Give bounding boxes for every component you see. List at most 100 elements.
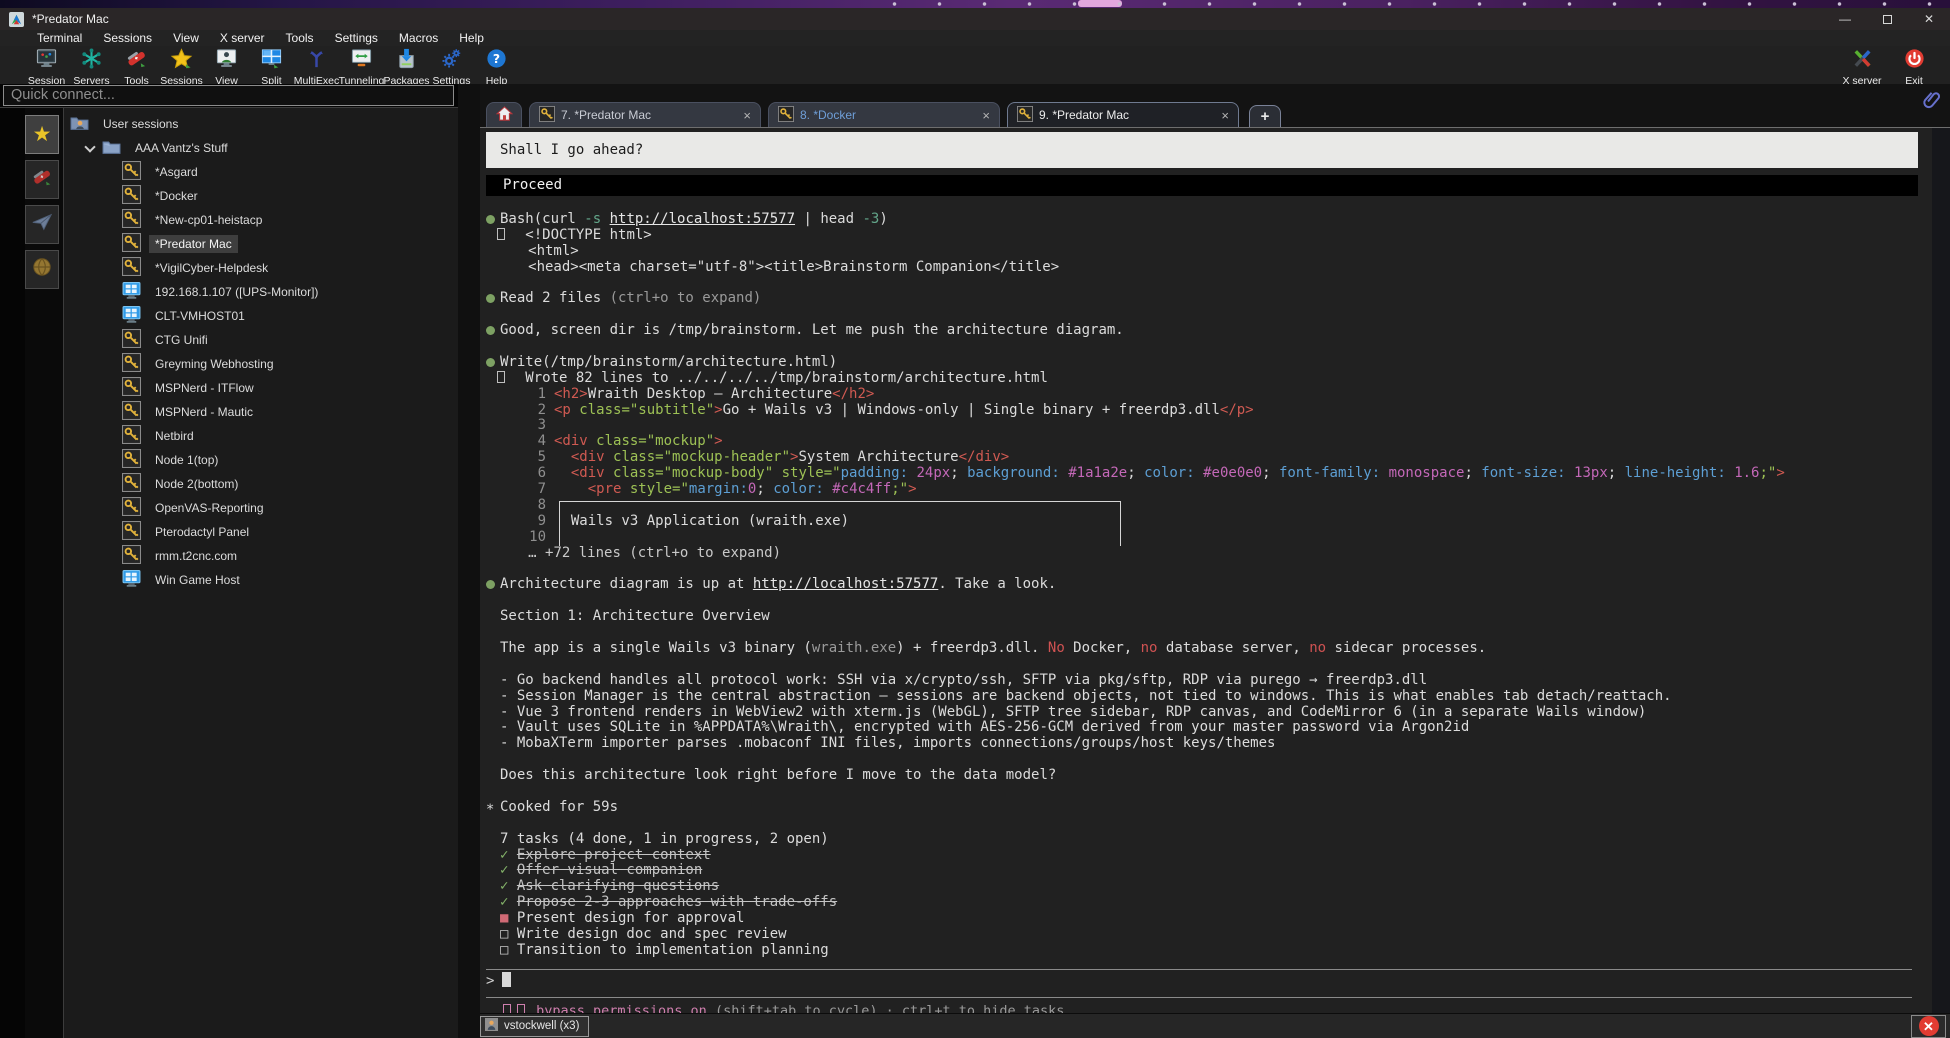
claude-status-line: bypass permissions on (shift+tab to cycl… bbox=[486, 1003, 1932, 1013]
toolbar-button-multiexec[interactable]: MultiExec bbox=[294, 46, 339, 87]
terminal-blank-line bbox=[486, 275, 1932, 291]
menu-item-settings[interactable]: Settings bbox=[335, 31, 378, 45]
tab-close-icon[interactable]: × bbox=[1221, 108, 1229, 123]
mode-glyph-box bbox=[517, 1004, 525, 1013]
tree-item-user-sessions[interactable]: User sessions bbox=[64, 112, 458, 136]
folder-icon bbox=[102, 139, 121, 158]
tree-item-openvas-reporting[interactable]: OpenVAS-Reporting bbox=[64, 496, 458, 520]
tool-bullet-icon bbox=[486, 580, 495, 589]
menu-item-terminal[interactable]: Terminal bbox=[37, 31, 82, 45]
tree-item-pterodactyl-panel[interactable]: Pterodactyl Panel bbox=[64, 520, 458, 544]
tree-item-192-168-1-107-ups-monitor-[interactable]: 192.168.1.107 ([UPS-Monitor]) bbox=[64, 280, 458, 304]
rail-button-favorites[interactable]: ★ bbox=[25, 115, 59, 154]
chevron-down-icon[interactable] bbox=[84, 141, 95, 152]
tree-item-label: Greyming Webhosting bbox=[149, 355, 280, 373]
toolbar-button-view[interactable]: View bbox=[204, 46, 249, 87]
tree-item--vigilcyber-helpdesk[interactable]: *VigilCyber-Helpdesk bbox=[64, 256, 458, 280]
rail-button-web[interactable] bbox=[25, 250, 59, 289]
tree-item-mspnerd-mautic[interactable]: MSPNerd - Mautic bbox=[64, 400, 458, 424]
key-icon bbox=[778, 106, 794, 125]
swiss-knife-icon bbox=[125, 47, 148, 75]
tree-item--new-cp01-heistacp[interactable]: *New-cp01-heistacp bbox=[64, 208, 458, 232]
menu-item-x-server[interactable]: X server bbox=[220, 31, 265, 45]
key-icon bbox=[122, 521, 141, 543]
tree-item-aaa-vantz-s-stuff[interactable]: AAA Vantz's Stuff bbox=[64, 136, 458, 160]
toolbar-button-help[interactable]: ?Help bbox=[474, 46, 519, 87]
menu-item-macros[interactable]: Macros bbox=[399, 31, 438, 45]
tab-8-docker[interactable]: 8. *Docker × bbox=[768, 102, 1000, 127]
tree-item--docker[interactable]: *Docker bbox=[64, 184, 458, 208]
tree-item-node-2-bottom-[interactable]: Node 2(bottom) bbox=[64, 472, 458, 496]
menu-item-help[interactable]: Help bbox=[459, 31, 484, 45]
tree-item--asgard[interactable]: *Asgard bbox=[64, 160, 458, 184]
tab-label: 8. *Docker bbox=[800, 108, 856, 122]
close-terminal-button[interactable]: ✕ bbox=[1911, 1015, 1946, 1038]
toolbar-button-tunneling[interactable]: Tunneling bbox=[339, 46, 384, 87]
terminal-link[interactable]: http://localhost:57577 bbox=[753, 576, 938, 592]
tree-item-greyming-webhosting[interactable]: Greyming Webhosting bbox=[64, 352, 458, 376]
toolbar-button-tools[interactable]: Tools bbox=[114, 46, 159, 87]
attachments-paperclip-icon[interactable] bbox=[1922, 89, 1942, 109]
toolbar-button-packages[interactable]: Packages bbox=[384, 46, 429, 87]
menu-item-tools[interactable]: Tools bbox=[286, 31, 314, 45]
window-title: *Predator Mac bbox=[32, 12, 109, 26]
tree-item-label: *New-cp01-heistacp bbox=[149, 211, 268, 229]
tree-item-node-1-top-[interactable]: Node 1(top) bbox=[64, 448, 458, 472]
terminal-scrollbar[interactable] bbox=[1932, 128, 1950, 1013]
tab-home[interactable] bbox=[486, 102, 522, 127]
toolbar-button-settings[interactable]: Settings bbox=[429, 46, 474, 87]
menu-item-sessions[interactable]: Sessions bbox=[103, 31, 152, 45]
user-session-button[interactable]: vstockwell (x3) bbox=[480, 1016, 589, 1037]
toolbar: SessionServersToolsSessionsViewSplitMult… bbox=[0, 46, 1950, 84]
tree-item-ctg-unifi[interactable]: CTG Unifi bbox=[64, 328, 458, 352]
ascii-diagram-block: 89 Wails v3 Application (wraith.exe)10 bbox=[486, 498, 1932, 546]
ascii-box-label: Wails v3 Application (wraith.exe) bbox=[554, 513, 849, 529]
new-tab-button[interactable]: + bbox=[1249, 105, 1281, 127]
paper-plane-icon bbox=[31, 211, 53, 238]
star-icon bbox=[170, 47, 193, 75]
terminal-link[interactable]: http://localhost:57577 bbox=[610, 211, 795, 227]
tab-7-predator-mac[interactable]: 7. *Predator Mac× bbox=[529, 102, 761, 127]
terminal-line: Read 2 files (ctrl+o to expand) bbox=[486, 291, 1932, 307]
tree-item-clt-vmhost01[interactable]: CLT-VMHOST01 bbox=[64, 304, 458, 328]
toolbar-button-servers[interactable]: Servers bbox=[69, 46, 114, 87]
rail-button-tools[interactable] bbox=[25, 160, 59, 199]
terminal-input-row[interactable]: > bbox=[486, 970, 1932, 992]
terminal-line: - Session Manager is the central abstrac… bbox=[486, 689, 1932, 705]
tree-item-label: 192.168.1.107 ([UPS-Monitor]) bbox=[149, 283, 324, 301]
minimize-button[interactable]: — bbox=[1824, 8, 1866, 30]
app-logo-icon bbox=[9, 12, 24, 27]
toolbar-button-exit[interactable]: Exit bbox=[1888, 46, 1940, 87]
terminal-line: <html> bbox=[486, 244, 1932, 260]
tab-close-icon[interactable]: × bbox=[743, 108, 751, 123]
proceed-option-bar[interactable]: Proceed bbox=[486, 175, 1918, 196]
tree-item-mspnerd-itflow[interactable]: MSPNerd - ITFlow bbox=[64, 376, 458, 400]
tab-close-icon[interactable]: × bbox=[982, 108, 990, 123]
code-line-number: 6 bbox=[486, 466, 554, 482]
quick-connect-input[interactable]: Quick connect... bbox=[3, 85, 454, 106]
tree-item-win-game-host[interactable]: Win Game Host bbox=[64, 568, 458, 592]
tree-item-netbird[interactable]: Netbird bbox=[64, 424, 458, 448]
toolbar-button-session[interactable]: Session bbox=[24, 46, 69, 87]
terminal-line: 7 <pre style="margin:0; color: #c4c4ff;"… bbox=[486, 482, 1932, 498]
toolbar-button-x server[interactable]: X server bbox=[1836, 46, 1888, 87]
win-icon bbox=[122, 281, 141, 303]
terminal-line: 5 <div class="mockup-header">System Arch… bbox=[486, 450, 1932, 466]
close-button[interactable]: ✕ bbox=[1908, 8, 1950, 30]
tab-9-predator-mac[interactable]: 9. *Predator Mac× bbox=[1007, 102, 1239, 127]
globe-icon bbox=[31, 256, 53, 283]
terminal-output: Shall I go ahead?ProceedBash(curl -s htt… bbox=[480, 128, 1932, 1013]
terminal-line: □ Transition to implementation planning bbox=[486, 943, 1932, 959]
terminal-line: Architecture diagram is up at http://loc… bbox=[486, 577, 1932, 593]
toolbar-button-split[interactable]: Split bbox=[249, 46, 294, 87]
maximize-button[interactable] bbox=[1866, 8, 1908, 30]
network-star-icon bbox=[80, 47, 103, 75]
menu-item-view[interactable]: View bbox=[173, 31, 199, 45]
tree-item-rmm-t2cnc-com[interactable]: rmm.t2cnc.com bbox=[64, 544, 458, 568]
tree-item-label: MSPNerd - ITFlow bbox=[149, 379, 260, 397]
tree-item--predator-mac[interactable]: *Predator Mac bbox=[64, 232, 458, 256]
rail-button-transfer[interactable] bbox=[25, 205, 59, 244]
toolbar-button-sessions[interactable]: Sessions bbox=[159, 46, 204, 87]
terminal-line: 10 bbox=[486, 530, 1932, 546]
mode-glyph-box bbox=[503, 1004, 511, 1013]
